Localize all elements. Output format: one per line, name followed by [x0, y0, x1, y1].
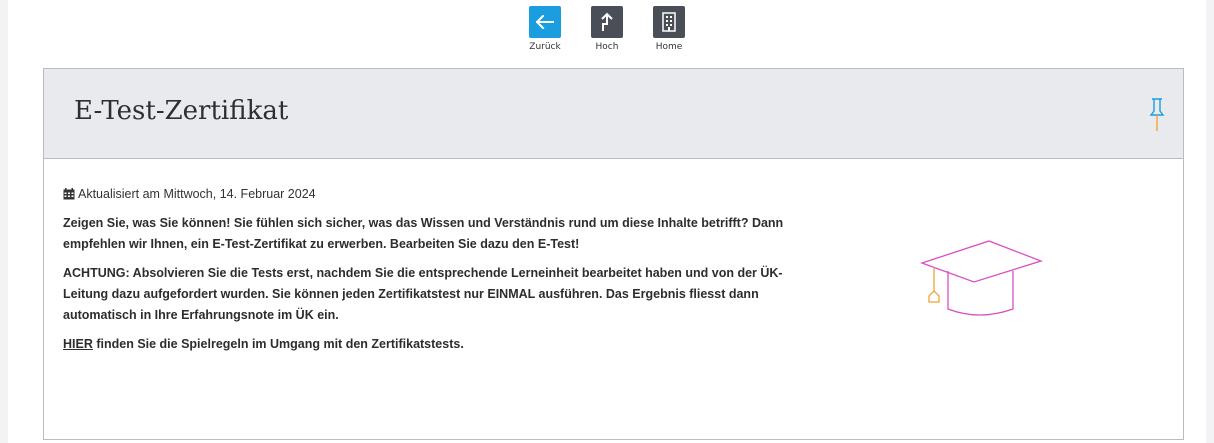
arrow-left-icon [536, 15, 554, 29]
page-title: E-Test-Zertifikat [74, 96, 289, 126]
up-button[interactable] [591, 6, 623, 38]
home-nav-item[interactable]: Home [649, 6, 689, 52]
building-icon [662, 12, 676, 32]
intro-paragraph: Zeigen Sie, was Sie können! Sie fühlen s… [63, 216, 784, 251]
updated-text: Aktualisiert am Mittwoch, 14. Februar 20… [78, 187, 316, 201]
pin-icon [1149, 98, 1165, 131]
top-navigation: Zurück Hoch Home [525, 6, 689, 52]
left-margin [0, 0, 8, 443]
page: Zurück Hoch Home E-Test-Zertifikat Aktua… [0, 0, 1214, 443]
graduation-cap-icon [919, 239, 1049, 334]
back-nav-item[interactable]: Zurück [525, 6, 565, 52]
pin-button[interactable] [1149, 97, 1165, 138]
text-column: Zeigen Sie, was Sie können! Sie fühlen s… [63, 213, 803, 355]
updated-line: Aktualisiert am Mittwoch, 14. Februar 20… [63, 187, 1163, 201]
rules-paragraph: HIER finden Sie die Spielregeln im Umgan… [63, 334, 803, 355]
home-label[interactable]: Home [656, 42, 683, 52]
warning-paragraph: ACHTUNG: Absolvieren Sie die Tests erst,… [63, 266, 783, 322]
up-label[interactable]: Hoch [596, 42, 619, 52]
rules-link[interactable]: HIER [63, 337, 93, 351]
back-button[interactable] [529, 6, 561, 38]
back-label[interactable]: Zurück [529, 42, 560, 52]
calendar-icon [63, 188, 75, 200]
card-body: Aktualisiert am Mittwoch, 14. Februar 20… [44, 159, 1183, 355]
content-card: E-Test-Zertifikat Aktualisiert am Mittwo… [43, 68, 1184, 440]
home-button[interactable] [653, 6, 685, 38]
rules-text: finden Sie die Spielregeln im Umgang mit… [92, 337, 464, 351]
up-nav-item[interactable]: Hoch [587, 6, 627, 52]
card-header: E-Test-Zertifikat [44, 69, 1183, 159]
arrow-up-icon [601, 12, 613, 31]
right-margin [1206, 0, 1214, 443]
